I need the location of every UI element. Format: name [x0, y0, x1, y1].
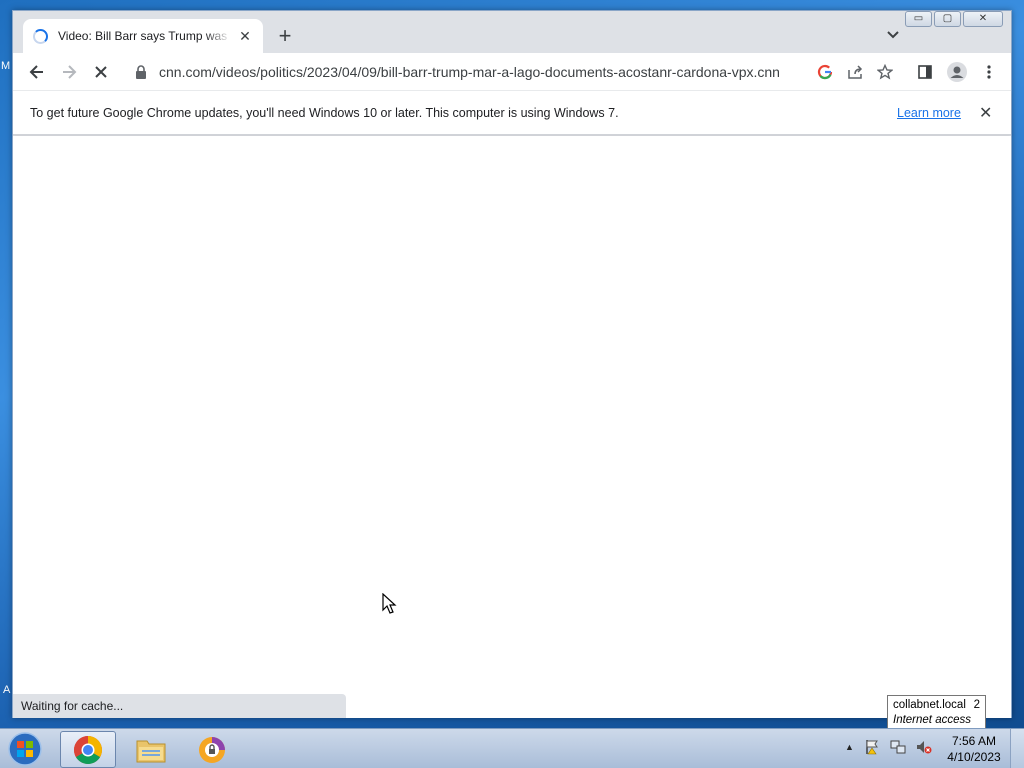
clock-date: 4/10/2023: [947, 750, 1001, 764]
new-tab-button[interactable]: +: [271, 23, 299, 51]
network-icon[interactable]: [890, 739, 906, 755]
volume-muted-icon[interactable]: [916, 739, 932, 755]
status-bubble: Waiting for cache...: [13, 694, 346, 718]
show-desktop-button[interactable]: [1010, 729, 1024, 768]
side-panel-icon: [918, 65, 932, 79]
bookmark-star-icon[interactable]: [877, 64, 893, 80]
minimize-button[interactable]: ▭: [905, 11, 932, 27]
profile-button[interactable]: [945, 60, 969, 84]
chrome-icon: [74, 735, 102, 764]
network-status: Internet access: [893, 714, 971, 726]
update-infobar: To get future Google Chrome updates, you…: [13, 91, 1011, 135]
taskbar-explorer[interactable]: [123, 731, 179, 768]
chevron-down-icon: [887, 31, 899, 39]
network-name: collabnet.local: [893, 699, 966, 711]
learn-more-link[interactable]: Learn more: [897, 106, 961, 120]
tab-search-button[interactable]: [883, 25, 903, 45]
side-panel-button[interactable]: [913, 60, 937, 84]
mouse-cursor-icon: [382, 593, 397, 614]
address-bar[interactable]: cnn.com/videos/politics/2023/04/09/bill-…: [125, 58, 955, 86]
tab-strip: Video: Bill Barr says Trump was 'je ✕ + …: [13, 11, 1011, 53]
avatar-icon: [947, 62, 967, 82]
taskbar-clock[interactable]: 7:56 AM 4/10/2023: [944, 733, 1004, 765]
taskbar-app-3[interactable]: [184, 731, 240, 768]
arrow-right-icon: [63, 65, 77, 79]
desktop-icon-label-fragment: M: [1, 60, 11, 72]
folder-icon: [136, 740, 166, 762]
desktop-icon-label-fragment: A: [3, 684, 11, 696]
stop-loading-button[interactable]: [89, 60, 113, 84]
infobar-message: To get future Google Chrome updates, you…: [30, 105, 619, 120]
page-content[interactable]: Waiting for cache...: [13, 136, 1011, 718]
tab-title: Video: Bill Barr says Trump was 'je: [58, 29, 231, 43]
tray-expand-button[interactable]: ▲: [845, 742, 854, 752]
tab-close-button[interactable]: ✕: [237, 28, 253, 45]
taskbar: ▲ 7:56 AM 4/10/2023: [0, 728, 1024, 768]
share-icon[interactable]: [847, 64, 863, 80]
vpn-lock-icon: [199, 736, 225, 763]
system-tray: ▲: [845, 739, 932, 755]
window-close-button[interactable]: ✕: [963, 11, 1003, 27]
taskbar-chrome[interactable]: [60, 731, 116, 768]
chrome-window: Video: Bill Barr says Trump was 'je ✕ + …: [12, 10, 1012, 718]
arrow-left-icon: [29, 65, 43, 79]
start-button[interactable]: [6, 731, 46, 768]
close-icon: [95, 66, 107, 78]
windows-start-icon: [8, 732, 42, 766]
back-button[interactable]: [25, 60, 49, 84]
network-tooltip: collabnet.local 2 Internet access: [887, 695, 986, 729]
window-controls: ▭ ▢ ✕: [903, 11, 1003, 27]
menu-button[interactable]: [977, 60, 1001, 84]
google-lens-icon[interactable]: [817, 64, 833, 80]
clock-time: 7:56 AM: [951, 734, 997, 748]
forward-button[interactable]: [57, 60, 81, 84]
url-text[interactable]: cnn.com/videos/politics/2023/04/09/bill-…: [159, 64, 799, 80]
infobar-close-button[interactable]: ✕: [979, 103, 992, 123]
kebab-menu-icon: [987, 65, 991, 79]
browser-toolbar: cnn.com/videos/politics/2023/04/09/bill-…: [13, 53, 1011, 91]
browser-tab[interactable]: Video: Bill Barr says Trump was 'je ✕: [23, 19, 263, 53]
action-center-flag-icon[interactable]: [864, 739, 880, 755]
loading-spinner-icon: [33, 28, 48, 44]
network-count: 2: [973, 699, 980, 711]
maximize-button[interactable]: ▢: [934, 11, 961, 27]
lock-icon: [136, 65, 146, 79]
